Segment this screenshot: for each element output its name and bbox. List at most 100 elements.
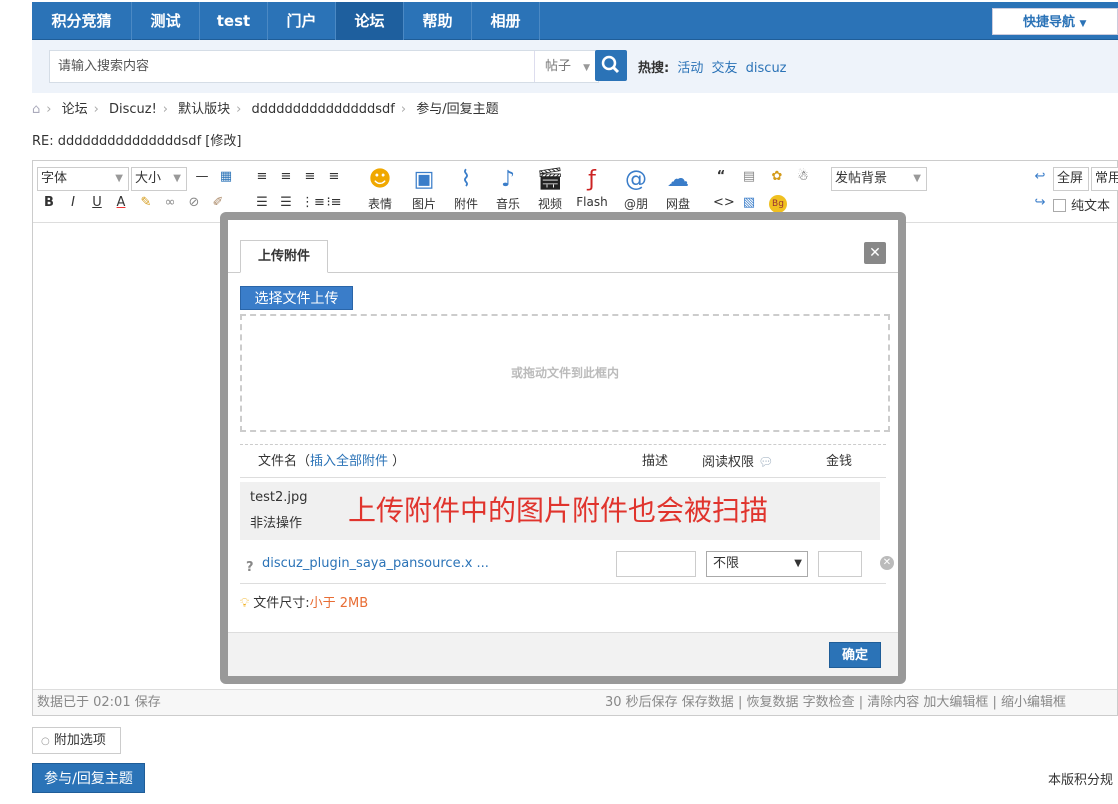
nav-item-portal[interactable]: 门户 bbox=[268, 2, 336, 40]
hr-icon[interactable]: — bbox=[193, 169, 211, 184]
at-icon: @ bbox=[625, 167, 647, 192]
nav-item-jifen[interactable]: 积分竞猜 bbox=[32, 2, 132, 40]
permission-select[interactable]: 不限 ▼ bbox=[706, 551, 808, 577]
search-type-select[interactable]: 帖子 ▼ bbox=[534, 51, 600, 82]
nav-item-test[interactable]: test bbox=[200, 2, 268, 40]
align-center-icon[interactable]: ≡ bbox=[277, 169, 295, 184]
bold-icon[interactable]: B bbox=[41, 195, 57, 210]
font-color-icon[interactable]: A bbox=[113, 195, 129, 210]
money-input[interactable] bbox=[818, 551, 862, 577]
breadcrumb-item[interactable]: 默认版块 bbox=[178, 102, 230, 117]
file-name-link[interactable]: discuz_plugin_saya_pansource.x ... bbox=[262, 556, 489, 571]
file-error: 非法操作 bbox=[250, 516, 303, 531]
extra-options-button[interactable]: ○ 附加选项 bbox=[32, 727, 121, 754]
quote-icon[interactable]: “ bbox=[713, 169, 729, 184]
attachment-button[interactable]: ⌇ 附件 bbox=[447, 165, 485, 212]
delete-icon[interactable]: ✕ bbox=[880, 556, 894, 570]
search-button[interactable] bbox=[595, 50, 627, 81]
underline-icon[interactable]: U bbox=[89, 195, 105, 210]
search-bar: 请输入搜索内容 帖子 ▼ 热搜: 活动 交友 discuz bbox=[32, 40, 1118, 93]
link-icon[interactable]: ∞ bbox=[161, 195, 179, 210]
close-button[interactable]: ✕ bbox=[864, 242, 886, 264]
smiley-label: 表情 bbox=[367, 197, 392, 211]
ordered-list-icon[interactable]: ⋮≡ bbox=[301, 195, 325, 210]
nav-item-album[interactable]: 相册 bbox=[472, 2, 540, 40]
size-value: 小于 2MB bbox=[309, 596, 369, 611]
tab-upload-attachment[interactable]: 上传附件 bbox=[240, 240, 328, 273]
video-button[interactable]: 🎬︎ 视频 bbox=[531, 165, 569, 212]
col-perm: 阅读权限 💬︎ bbox=[702, 445, 773, 480]
undo-icon[interactable]: ↩ bbox=[1031, 169, 1049, 184]
description-input[interactable] bbox=[616, 551, 696, 577]
unlink-icon[interactable]: ⊘ bbox=[185, 195, 203, 210]
search-input[interactable]: 请输入搜索内容 帖子 ▼ bbox=[49, 50, 599, 83]
bg-color-icon[interactable]: ✎ bbox=[137, 195, 155, 210]
music-icon: ♪ bbox=[500, 167, 516, 192]
credit-rules-link[interactable]: 本版积分规 bbox=[1048, 769, 1113, 788]
flash-icon: ƒ bbox=[588, 167, 596, 192]
breadcrumb-item[interactable]: 论坛 bbox=[62, 102, 88, 117]
clear-format-icon[interactable]: ✐ bbox=[209, 195, 227, 210]
ok-button[interactable]: 确定 bbox=[829, 642, 881, 668]
align-left-icon[interactable]: ≡ bbox=[253, 169, 271, 184]
align-justify-icon[interactable]: ≡ bbox=[325, 169, 343, 184]
float-right-icon[interactable]: ☰ bbox=[277, 195, 295, 210]
free-icon[interactable]: ▤ bbox=[741, 169, 757, 184]
size-select[interactable]: 大小 ▼ bbox=[131, 167, 187, 191]
common-button[interactable]: 常用 bbox=[1091, 167, 1118, 191]
hot-search-link[interactable]: discuz bbox=[746, 61, 787, 76]
hot-search-link[interactable]: 交友 bbox=[712, 61, 738, 76]
chevron-down-icon: ▼ bbox=[583, 63, 591, 73]
choose-file-button[interactable]: 选择文件上传 bbox=[240, 286, 353, 310]
nav-item-ceshi[interactable]: 测试 bbox=[132, 2, 200, 40]
italic-icon[interactable]: I bbox=[65, 195, 81, 210]
lightbulb-icon: 💡︎ bbox=[240, 596, 250, 611]
plain-text-checkbox[interactable] bbox=[1053, 199, 1066, 212]
breadcrumb-item[interactable]: Discuz! bbox=[109, 102, 157, 117]
col-desc: 描述 bbox=[642, 454, 669, 469]
font-select[interactable]: 字体 ▼ bbox=[37, 167, 129, 191]
post-bg-select[interactable]: 发帖背景 ▼ bbox=[831, 167, 927, 191]
hot-search: 热搜: 活动 交友 discuz bbox=[638, 57, 787, 76]
nav-item-help[interactable]: 帮助 bbox=[404, 2, 472, 40]
fullscreen-button[interactable]: 全屏 bbox=[1053, 167, 1089, 191]
home-icon[interactable]: ⌂ bbox=[32, 102, 40, 117]
video-icon: 🎬︎ bbox=[536, 167, 564, 192]
table-icon[interactable]: ▦ bbox=[217, 169, 235, 184]
post-bg-label: 发帖背景 bbox=[835, 171, 888, 186]
align-right-icon[interactable]: ≡ bbox=[301, 169, 319, 184]
music-button[interactable]: ♪ 音乐 bbox=[489, 165, 527, 212]
qq-icon[interactable]: ☃ bbox=[795, 169, 811, 184]
hot-search-link[interactable]: 活动 bbox=[677, 61, 703, 76]
breadcrumb-item[interactable]: dddddddddddddddsdf bbox=[252, 102, 395, 117]
unordered-list-icon[interactable]: ⁝≡ bbox=[325, 195, 343, 210]
editor-actions[interactable]: 30 秒后保存 保存数据 | 恢复数据 字数检查 | 清除内容 加大编辑框 | … bbox=[605, 690, 1066, 715]
netdisk-button[interactable]: ☁ 网盘 bbox=[659, 165, 697, 212]
flash-button[interactable]: ƒ Flash bbox=[573, 165, 611, 209]
font-select-label: 字体 bbox=[41, 171, 68, 186]
tab-divider bbox=[228, 272, 898, 273]
hide-icon[interactable]: ✿ bbox=[769, 169, 785, 184]
float-left-icon[interactable]: ☰ bbox=[253, 195, 271, 210]
bg-music-icon[interactable]: Bg bbox=[769, 195, 787, 213]
hot-search-label: 热搜: bbox=[638, 61, 670, 76]
attachment-table-header: 文件名（插入全部附件 ） 描述 阅读权限 💬︎ 金钱 bbox=[240, 444, 886, 478]
netdisk-label: 网盘 bbox=[665, 197, 690, 211]
size-select-label: 大小 bbox=[135, 171, 162, 186]
page-icon[interactable]: ▧ bbox=[741, 195, 757, 210]
smiley-button[interactable]: ☻ 表情 bbox=[361, 165, 399, 212]
help-icon[interactable]: 💬︎ bbox=[758, 455, 773, 469]
chevron-down-icon: ▼ bbox=[794, 558, 802, 569]
autosave-status: 数据已于 02:01 保存 bbox=[37, 695, 161, 710]
video-label: 视频 bbox=[537, 197, 562, 211]
nav-item-forum[interactable]: 论坛 bbox=[336, 2, 404, 40]
insert-all-link[interactable]: 插入全部附件 bbox=[310, 454, 388, 469]
code-icon[interactable]: <> bbox=[713, 195, 735, 210]
submit-reply-button[interactable]: 参与/回复主题 bbox=[32, 763, 145, 793]
drop-zone[interactable]: 或拖动文件到此框内 bbox=[240, 314, 890, 432]
col-money: 金钱 bbox=[826, 454, 853, 469]
redo-icon[interactable]: ↪ bbox=[1031, 195, 1049, 210]
image-button[interactable]: ▣ 图片 bbox=[405, 165, 443, 212]
quick-nav-button[interactable]: 快捷导航 ▼ bbox=[992, 8, 1118, 35]
mention-button[interactable]: @ @朋 bbox=[617, 165, 655, 212]
